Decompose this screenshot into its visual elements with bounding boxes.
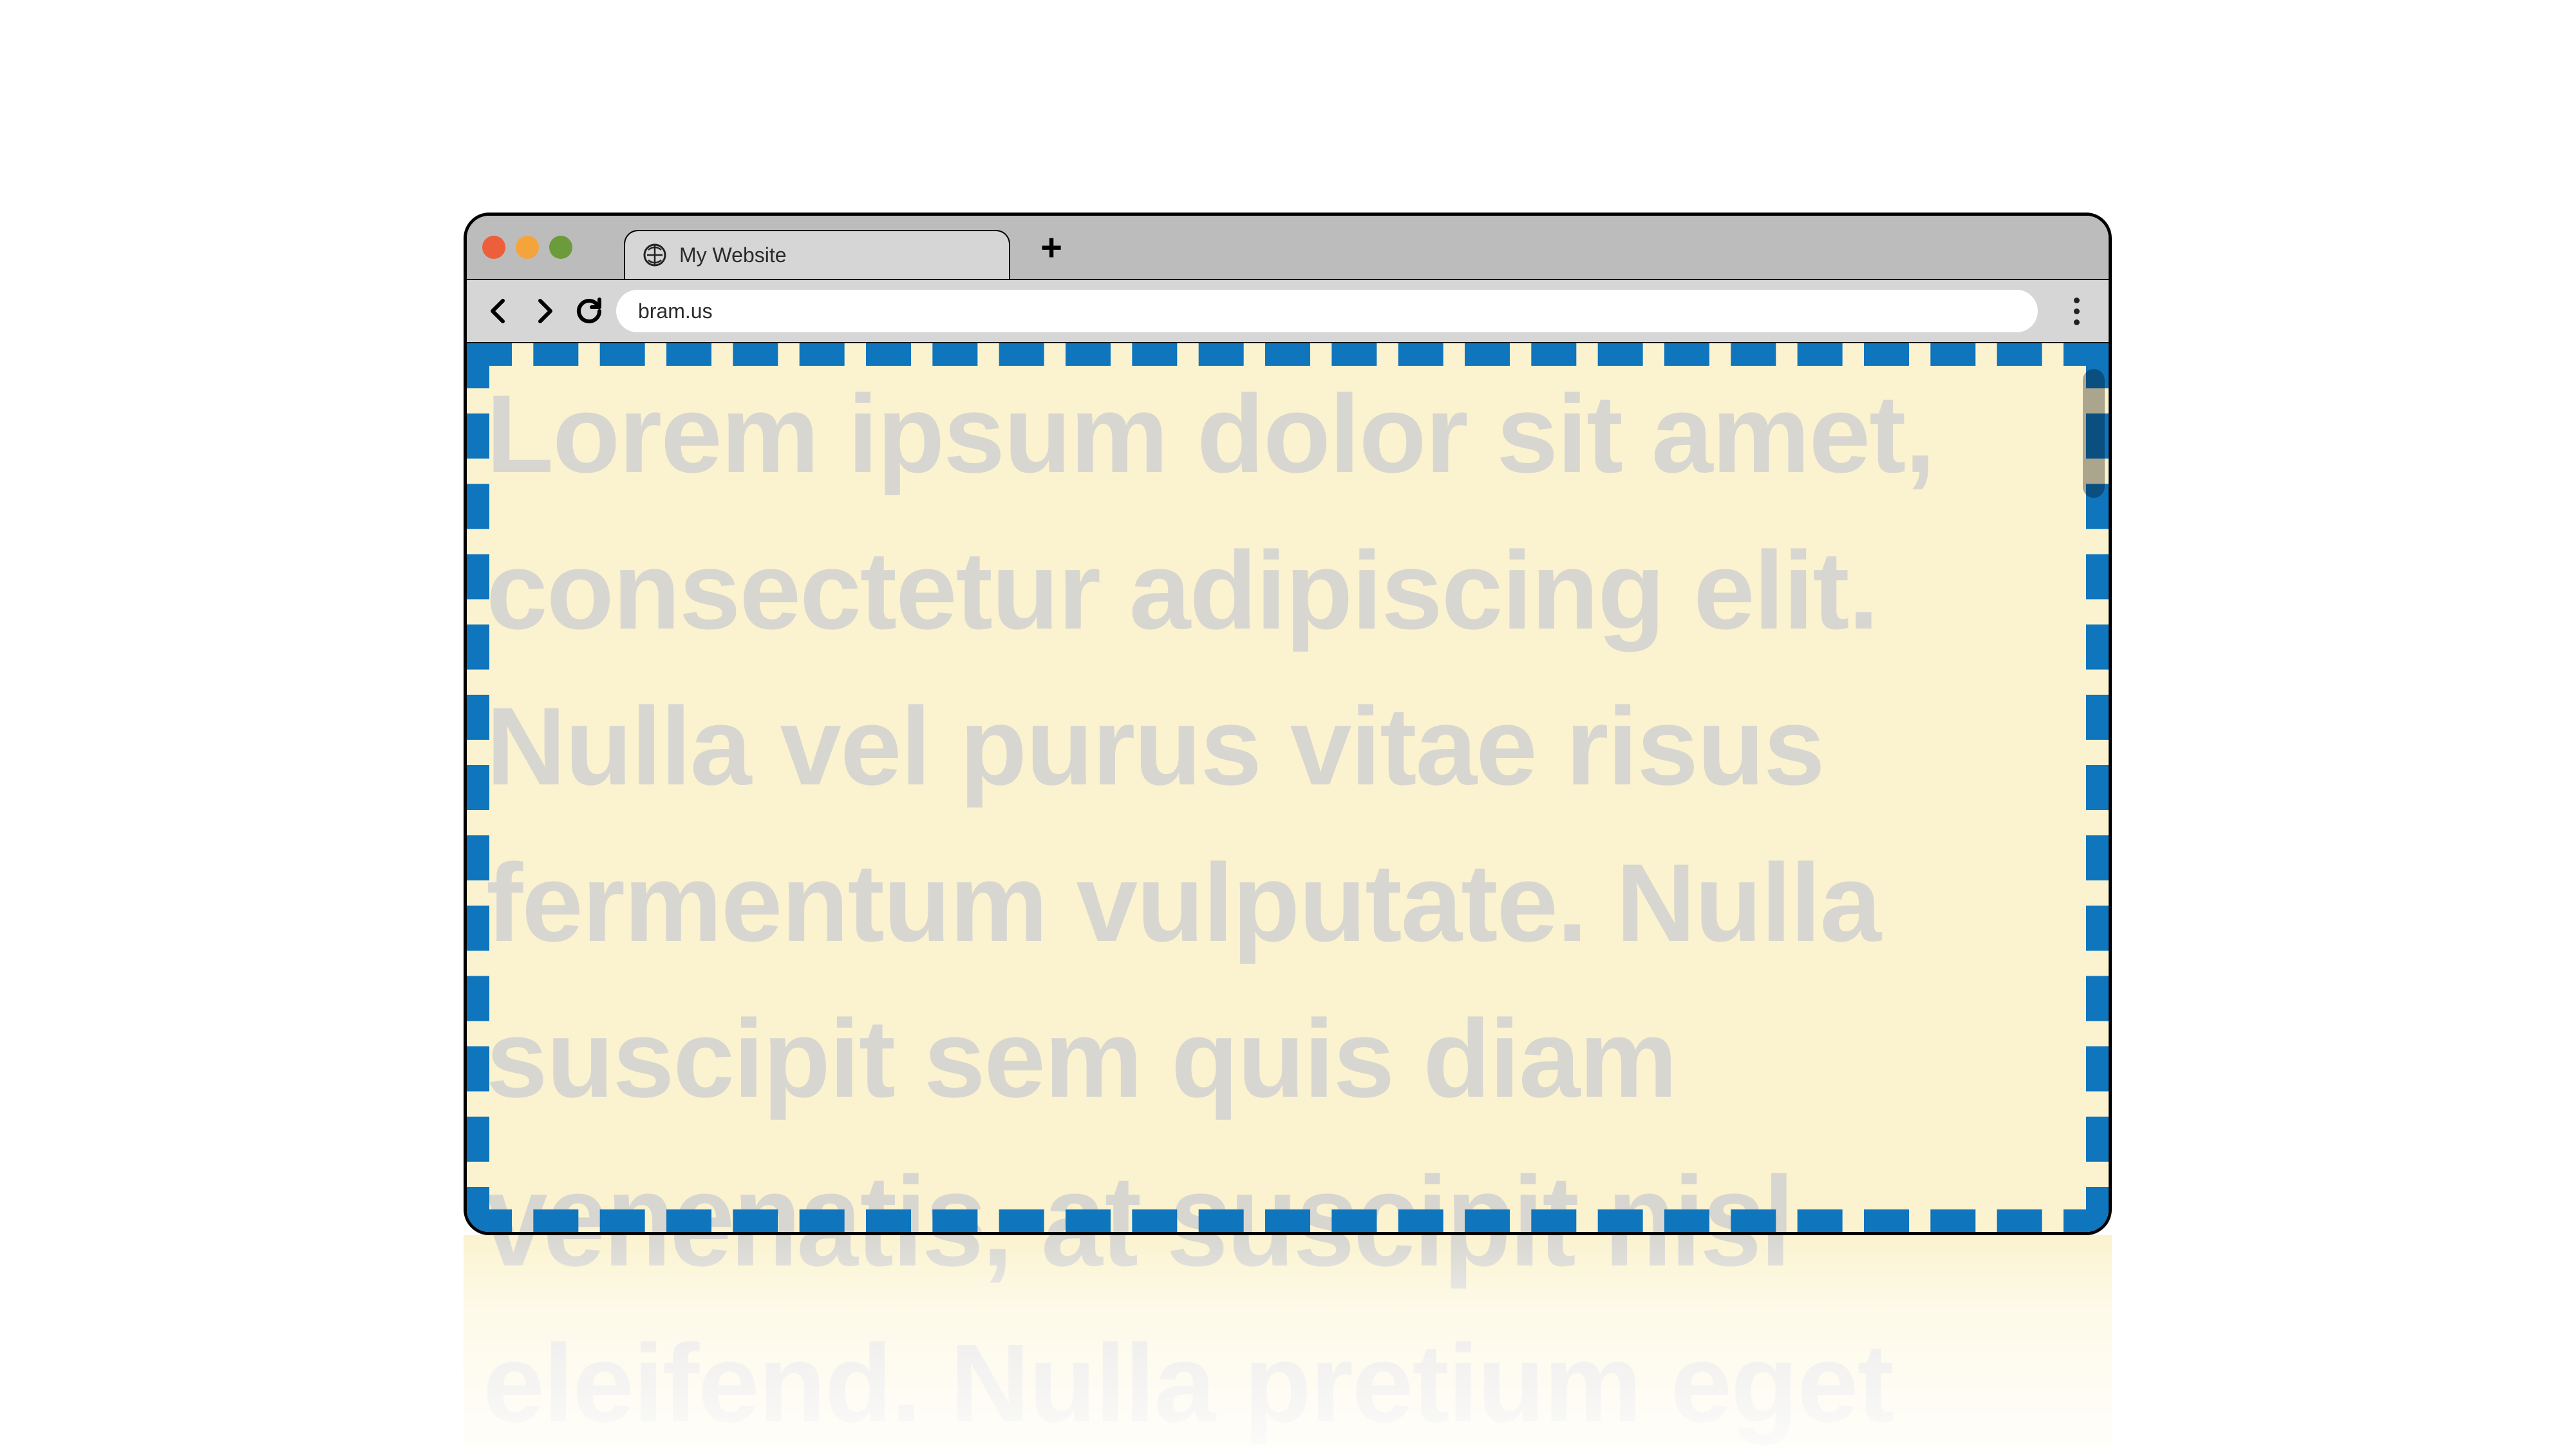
forward-button[interactable]: [526, 293, 562, 329]
page-body-text: Lorem ipsum dolor sit amet, consectetur …: [486, 356, 2089, 1232]
plus-icon: +: [1040, 226, 1062, 269]
address-bar[interactable]: bram.us: [616, 290, 2038, 332]
window-close-button[interactable]: [482, 236, 505, 259]
browser-toolbar: bram.us: [467, 280, 2109, 343]
back-button[interactable]: [481, 293, 517, 329]
page-overflow-reflection: Lorem ipsum dolor sit amet, consectetur …: [464, 1235, 2112, 1449]
browser-viewport: Lorem ipsum dolor sit amet, consectetur …: [467, 343, 2109, 1232]
new-tab-button[interactable]: +: [1032, 228, 1071, 267]
page-content: Lorem ipsum dolor sit amet, consectetur …: [467, 343, 2109, 1232]
page-body-text-reflection: Lorem ipsum dolor sit amet, consectetur …: [464, 1235, 2112, 1449]
kebab-menu-icon: [2074, 298, 2080, 325]
browser-window: My Website + bram.us: [464, 213, 2112, 1235]
address-bar-url: bram.us: [638, 299, 713, 323]
tab-title: My Website: [679, 243, 787, 267]
window-traffic-lights: [482, 236, 572, 259]
browser-menu-button[interactable]: [2058, 293, 2094, 329]
tab-strip: My Website +: [467, 216, 2109, 280]
tab-favicon-icon: [642, 242, 668, 268]
window-maximize-button[interactable]: [549, 236, 572, 259]
window-minimize-button[interactable]: [516, 236, 539, 259]
viewport-scrollbar-thumb[interactable]: [2083, 369, 2105, 498]
reload-button[interactable]: [571, 293, 607, 329]
browser-tab[interactable]: My Website: [624, 230, 1010, 279]
